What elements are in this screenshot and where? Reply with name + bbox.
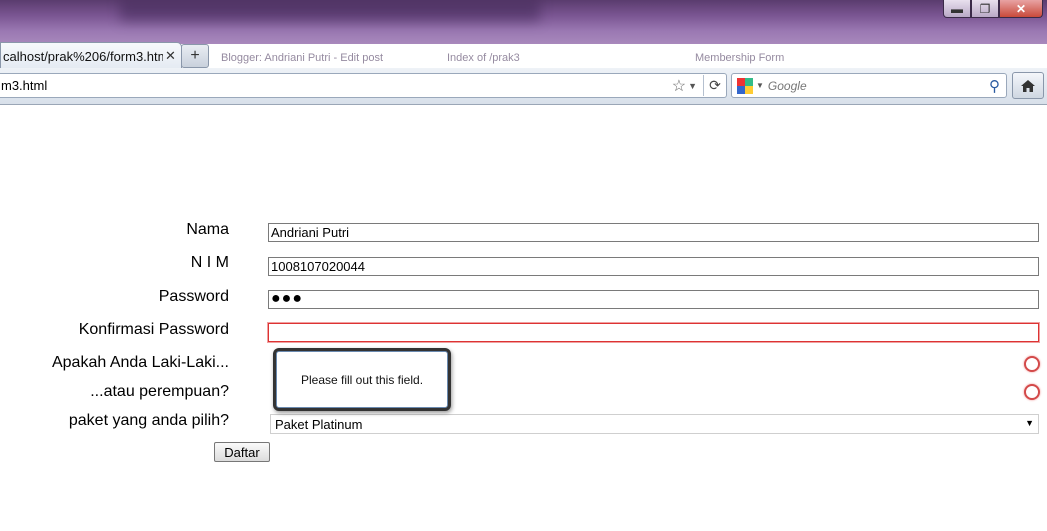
laki-laki-label: Apakah Anda Laki-Laki... — [51, 354, 229, 371]
konfirmasi-password-label: Konfirmasi Password — [78, 321, 229, 338]
perempuan-radio[interactable] — [1024, 384, 1040, 400]
daftar-button[interactable]: Daftar — [214, 442, 270, 462]
page-content: Nama Andriani Putri N I M 1008107020044 … — [0, 105, 1047, 531]
tab-background[interactable]: Membership Form — [684, 46, 944, 68]
tab-strip: calhost/prak%206/form3.html ✕ + Blogger:… — [0, 42, 1047, 69]
reload-icon[interactable]: ⟳ — [703, 75, 726, 96]
nim-field[interactable]: 1008107020044 — [268, 257, 1039, 276]
tab-close-icon[interactable]: ✕ — [165, 48, 176, 64]
tab-title: calhost/prak%206/form3.html — [3, 48, 163, 64]
bookmark-star-icon[interactable]: ☆ — [672, 76, 686, 96]
minimize-button[interactable]: ▬ — [943, 0, 971, 18]
paket-select[interactable]: Paket Platinum ▼ — [270, 414, 1039, 434]
search-bar[interactable]: ▼ Google ⚲ — [731, 73, 1007, 98]
google-icon[interactable] — [737, 77, 753, 94]
search-icon[interactable]: ⚲ — [989, 77, 1000, 95]
chevron-down-icon[interactable]: ▼ — [1025, 418, 1034, 428]
restore-button[interactable]: ❐ — [971, 0, 999, 18]
paket-selected-value: Paket Platinum — [275, 417, 363, 432]
validation-tooltip: Please fill out this field. — [273, 348, 451, 411]
nim-label: N I M — [190, 254, 229, 271]
window-controls: ▬ ❐ ✕ — [943, 0, 1043, 19]
window-titlebar: ▬ ❐ ✕ — [0, 0, 1047, 44]
tab-background[interactable]: Blogger: Andriani Putri - Edit post — [210, 46, 432, 68]
tab-active[interactable]: calhost/prak%206/form3.html ✕ — [0, 42, 182, 69]
tab-background[interactable]: Index of /prak3 — [436, 46, 680, 68]
home-icon — [1021, 79, 1035, 92]
titlebar-blur — [120, 0, 540, 22]
new-tab-button[interactable]: + — [181, 44, 209, 68]
search-input[interactable]: Google — [768, 79, 989, 93]
validation-message: Please fill out this field. — [276, 351, 448, 408]
laki-laki-radio[interactable] — [1024, 356, 1040, 372]
url-text[interactable]: m3.html — [0, 78, 672, 93]
nama-field[interactable]: Andriani Putri — [268, 223, 1039, 242]
password-field[interactable]: ●●● — [268, 290, 1039, 309]
konfirmasi-password-field[interactable] — [268, 323, 1039, 342]
home-button[interactable] — [1012, 72, 1044, 99]
nama-label: Nama — [186, 221, 229, 238]
search-engine-dropdown-icon[interactable]: ▼ — [756, 81, 764, 90]
perempuan-label: ...atau perempuan? — [90, 383, 229, 400]
url-bar[interactable]: m3.html ☆ ▼ ⟳ — [0, 73, 727, 98]
history-dropdown-icon[interactable]: ▼ — [688, 81, 697, 91]
paket-label: paket yang anda pilih? — [68, 412, 229, 429]
navigation-toolbar: m3.html ☆ ▼ ⟳ ▼ Google ⚲ — [0, 68, 1047, 105]
password-label: Password — [158, 288, 229, 305]
close-window-button[interactable]: ✕ — [999, 0, 1043, 18]
